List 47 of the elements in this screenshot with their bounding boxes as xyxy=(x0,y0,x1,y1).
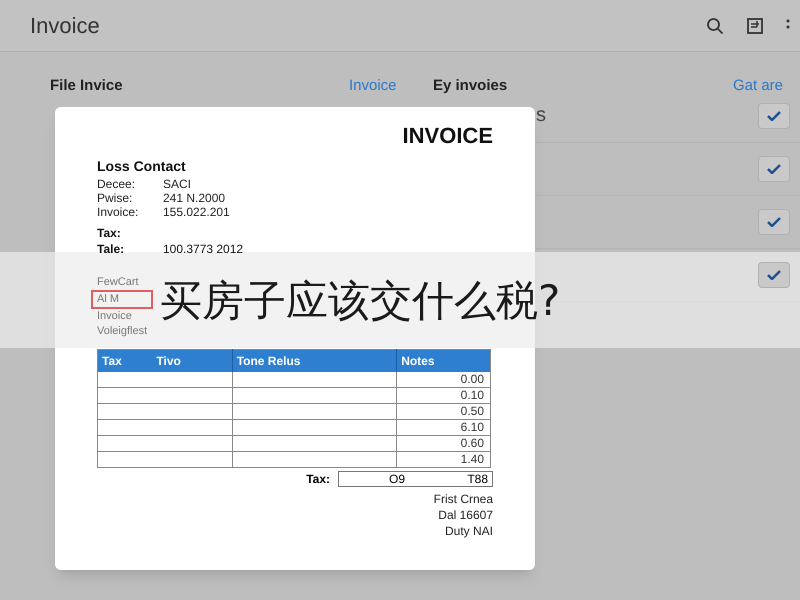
toolbar-label: Ey invoies xyxy=(433,76,508,96)
column-header: Tivo xyxy=(152,350,232,372)
table-cell: 0.50 xyxy=(396,404,490,420)
caption-text: 买房子应该交什么税? xyxy=(160,274,560,326)
table-cell: 0.10 xyxy=(396,388,490,404)
tax-label: Tax: xyxy=(306,471,330,488)
footer-text: Frist Crnea xyxy=(434,491,493,507)
invoice-title: INVOICE xyxy=(402,122,493,150)
field-value: 241 N.2000 xyxy=(163,191,226,205)
field-label: Decee: xyxy=(97,177,136,191)
highlighted-text: Al M xyxy=(91,290,153,309)
window-title: Invoice xyxy=(30,12,101,40)
field-label: Tale: xyxy=(97,241,126,257)
toolbar-link[interactable]: Gat are xyxy=(733,74,784,98)
faded-text: Voleigflest xyxy=(97,325,148,337)
table-cell: 6.10 xyxy=(396,420,490,436)
check-icon xyxy=(767,164,781,174)
table-cell: 0.00 xyxy=(396,372,490,388)
column-header: Tax xyxy=(98,350,152,372)
toolbar-label: File Invice xyxy=(50,76,124,96)
field-label: Tax: xyxy=(97,225,122,241)
check-icon xyxy=(767,111,781,121)
toolbar-link[interactable]: Invoice xyxy=(349,74,433,98)
partial-text: s xyxy=(536,103,546,128)
column-header: Notes xyxy=(396,350,490,372)
field-value: 155.022.201 xyxy=(163,205,230,219)
search-icon[interactable] xyxy=(706,16,724,34)
table-cell: 0.60 xyxy=(396,436,490,452)
tax-field: O9 T88 xyxy=(338,471,493,487)
contact-heading: Loss Contact xyxy=(97,157,187,176)
field-label: Invoice: xyxy=(97,205,140,219)
check-icon xyxy=(767,217,781,227)
field-value: SACI xyxy=(163,177,192,191)
checkbox[interactable] xyxy=(758,209,790,235)
checkbox[interactable] xyxy=(758,262,790,288)
field-value: 100.3773 2012 xyxy=(163,241,244,257)
checkbox[interactable] xyxy=(758,103,790,129)
check-icon xyxy=(767,270,781,280)
footer-text: Duty NAI xyxy=(444,523,493,539)
faded-text: Invoice xyxy=(97,310,132,322)
table-cell: 1.40 xyxy=(396,452,490,468)
document-icon[interactable] xyxy=(746,16,764,34)
faded-text: FewCart xyxy=(97,276,139,288)
field-label: Pwise: xyxy=(97,191,134,205)
checkbox[interactable] xyxy=(758,156,790,182)
footer-text: Dal 16607 xyxy=(438,507,493,523)
column-header: Tone Relus xyxy=(232,350,397,372)
